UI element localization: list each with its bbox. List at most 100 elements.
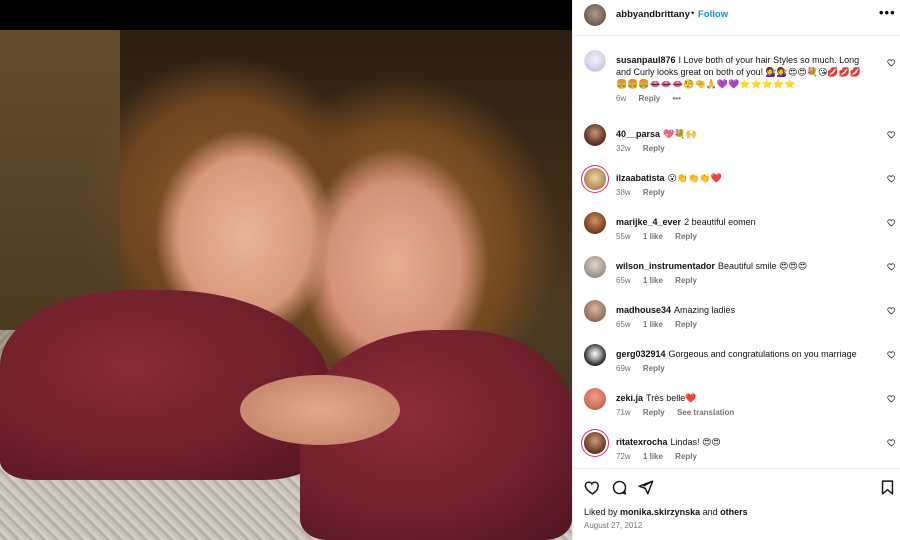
comment-text-block: wilson_instrumentador Beautiful smile 😍😍😍 — [616, 260, 871, 272]
commenter-username[interactable]: ilzaabatista — [616, 173, 665, 183]
share-icon[interactable] — [637, 479, 654, 496]
like-heart-icon[interactable] — [887, 394, 896, 403]
comment-like-count[interactable]: 1 like — [643, 320, 663, 329]
reply-button[interactable]: Reply — [675, 276, 697, 285]
reply-button[interactable]: Reply — [638, 94, 660, 103]
comment-more-icon[interactable]: ••• — [673, 94, 681, 103]
comment-time: 55w — [616, 232, 631, 241]
post-date: August 27, 2012 — [584, 521, 643, 530]
comment-text: Très belle❤️ — [646, 393, 697, 403]
like-heart-icon[interactable] — [887, 58, 896, 67]
commenter-avatar[interactable] — [584, 50, 606, 72]
comment-time: 65w — [616, 320, 631, 329]
commenter-username[interactable]: 40__parsa — [616, 129, 660, 139]
commenter-avatar[interactable] — [584, 212, 606, 234]
comment-meta: 32w Reply — [616, 144, 675, 153]
author-avatar[interactable] — [584, 4, 606, 26]
like-heart-icon[interactable] — [887, 438, 896, 447]
comment-meta: 69w Reply — [616, 364, 675, 373]
like-heart-icon[interactable] — [887, 218, 896, 227]
commenter-username[interactable]: marijke_4_ever — [616, 217, 681, 227]
comment-meta: 71w Reply See translation — [616, 408, 744, 417]
commenter-avatar[interactable] — [584, 124, 606, 146]
comment-text-block: ritatexrocha Lindas! 😍😍 — [616, 436, 871, 448]
header-separator: • — [691, 8, 695, 19]
comment-meta: 72w 1 like Reply — [616, 452, 707, 461]
commenter-avatar[interactable] — [584, 388, 606, 410]
comment-icon[interactable] — [611, 479, 628, 496]
comment-text-block: marijke_4_ever 2 beautiful eomen — [616, 216, 871, 228]
comment-text: 2 beautiful eomen — [684, 217, 756, 227]
comment-meta: 55w 1 like Reply — [616, 232, 707, 241]
commenter-avatar[interactable] — [584, 432, 606, 454]
comment-text: Beautiful smile 😍😍😍 — [718, 261, 808, 271]
reply-button[interactable]: Reply — [643, 408, 665, 417]
reply-button[interactable]: Reply — [643, 144, 665, 153]
photo-couch — [0, 30, 120, 330]
comments-list[interactable]: susanpaul876 I Love both of your hair Sty… — [573, 44, 900, 468]
commenter-username[interactable]: madhouse34 — [616, 305, 671, 315]
reply-button[interactable]: Reply — [675, 232, 697, 241]
commenter-avatar[interactable] — [584, 168, 606, 190]
commenter-username[interactable]: susanpaul876 — [616, 55, 676, 65]
more-options-icon[interactable]: ••• — [879, 5, 896, 20]
liked-by-prefix: Liked by — [584, 507, 618, 517]
post-photo[interactable] — [0, 0, 572, 540]
comments-panel: abbyandbrittany • Follow ••• susanpaul87… — [572, 0, 900, 540]
commenter-avatar[interactable] — [584, 344, 606, 366]
like-heart-icon[interactable] — [887, 174, 896, 183]
commenter-username[interactable]: wilson_instrumentador — [616, 261, 715, 271]
liked-by-user[interactable]: monika.skirzynska — [620, 507, 700, 517]
comment-like-count[interactable]: 1 like — [643, 276, 663, 285]
commenter-username[interactable]: gerg032914 — [616, 349, 666, 359]
reply-button[interactable]: Reply — [675, 320, 697, 329]
photo-arms — [240, 375, 400, 445]
like-heart-icon[interactable] — [887, 350, 896, 359]
commenter-avatar[interactable] — [584, 256, 606, 278]
follow-button[interactable]: Follow — [698, 9, 728, 20]
comment-time: 65w — [616, 276, 631, 285]
photo-top-band — [0, 0, 572, 30]
comment-text-block: 40__parsa 💖💐🙌 — [616, 128, 871, 140]
post-actions: Liked by monika.skirzynska and others Au… — [573, 468, 900, 540]
commenter-avatar[interactable] — [584, 300, 606, 322]
post-header: abbyandbrittany • Follow ••• — [573, 0, 900, 36]
comment-text-block: zeki.ja Très belle❤️ — [616, 392, 871, 404]
comment-meta: 6w Reply ••• — [616, 94, 691, 103]
heart-icon[interactable] — [584, 479, 601, 496]
reply-button[interactable]: Reply — [675, 452, 697, 461]
like-heart-icon[interactable] — [887, 130, 896, 139]
see-translation-link[interactable]: See translation — [677, 408, 734, 417]
like-heart-icon[interactable] — [887, 262, 896, 271]
like-heart-icon[interactable] — [887, 306, 896, 315]
comment-time: 71w — [616, 408, 631, 417]
comment-time: 6w — [616, 94, 627, 103]
comment-meta: 38w Reply — [616, 188, 675, 197]
comment-time: 38w — [616, 188, 631, 197]
comment-text-block: madhouse34 Amazing ladies — [616, 304, 871, 316]
comment-meta: 65w 1 like Reply — [616, 276, 707, 285]
comment-text: Amazing ladies — [674, 305, 736, 315]
comment-meta: 65w 1 like Reply — [616, 320, 707, 329]
reply-button[interactable]: Reply — [643, 188, 665, 197]
comment-text-block: ilzaabatista 😮👏👏👏❤️ — [616, 172, 871, 184]
comment-time: 69w — [616, 364, 631, 373]
comment-text: Gorgeous and congratulations on you marr… — [668, 349, 857, 359]
comment-text-block: susanpaul876 I Love both of your hair Sty… — [616, 54, 871, 90]
commenter-username[interactable]: zeki.ja — [616, 393, 643, 403]
liked-by-others[interactable]: others — [720, 507, 748, 517]
comment-like-count[interactable]: 1 like — [643, 452, 663, 461]
comment-text: 💖💐🙌 — [663, 129, 697, 139]
comment-text: 😮👏👏👏❤️ — [667, 173, 722, 183]
liked-by-line: Liked by monika.skirzynska and others — [584, 507, 748, 517]
bookmark-icon[interactable] — [879, 479, 896, 496]
comment-text-block: gerg032914 Gorgeous and congratulations o… — [616, 348, 871, 360]
comment-time: 72w — [616, 452, 631, 461]
commenter-username[interactable]: ritatexrocha — [616, 437, 668, 447]
reply-button[interactable]: Reply — [643, 364, 665, 373]
comment-text: Lindas! 😍😍 — [670, 437, 721, 447]
author-username[interactable]: abbyandbrittany — [616, 9, 690, 20]
liked-by-and: and — [702, 507, 718, 517]
comment-time: 32w — [616, 144, 631, 153]
comment-like-count[interactable]: 1 like — [643, 232, 663, 241]
